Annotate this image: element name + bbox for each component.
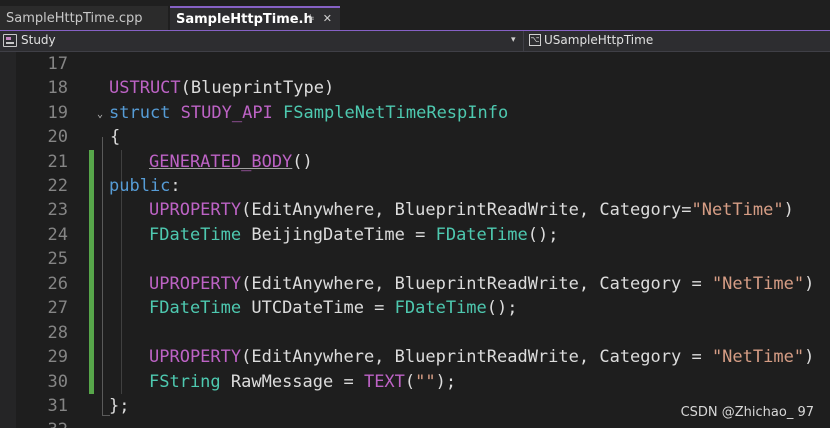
tab-sample-http-time-cpp[interactable]: SampleHttpTime.cpp xyxy=(0,6,168,30)
code-text: UPROPERTY(EditAnywhere, BlueprintReadWri… xyxy=(149,200,794,220)
code-line: 17 xyxy=(0,52,830,76)
pin-icon[interactable]: ⊧ xyxy=(309,12,315,25)
tab-label: SampleHttpTime.h xyxy=(176,11,313,27)
code-text: UPROPERTY(EditAnywhere, BlueprintReadWri… xyxy=(149,347,815,367)
code-line: 24 FDateTime BeijingDateTime = FDateTime… xyxy=(0,223,830,247)
code-text: FDateTime BeijingDateTime = FDateTime(); xyxy=(149,225,559,245)
code-text: public: xyxy=(109,176,181,196)
collapse-chevron-icon[interactable]: ⌄ xyxy=(97,109,103,120)
tab-sample-http-time-h[interactable]: SampleHttpTime.h ⊧ ✕ xyxy=(170,6,340,30)
line-number: 24 xyxy=(47,225,68,245)
class-icon: ⌥ xyxy=(529,34,541,46)
code-line: 18 USTRUCT(BlueprintType) xyxy=(0,76,830,100)
project-icon xyxy=(3,33,17,47)
code-text: FString RawMessage = TEXT(""); xyxy=(149,372,457,392)
code-line: 19 ⌄ struct STUDY_API FSampleNetTimeResp… xyxy=(0,101,830,125)
class-name: USampleHttpTime xyxy=(544,33,654,47)
line-number: 31 xyxy=(47,396,68,416)
code-text: }; xyxy=(109,396,130,416)
line-number: 22 xyxy=(47,176,68,196)
code-text: FDateTime UTCDateTime = FDateTime(); xyxy=(149,298,518,318)
code-text: { xyxy=(110,127,121,147)
line-number: 32 xyxy=(22,418,68,428)
code-editor[interactable]: 17 18 USTRUCT(BlueprintType) 19 ⌄ struct… xyxy=(0,52,830,428)
code-text: struct STUDY_API FSampleNetTimeRespInfo xyxy=(109,103,509,123)
code-line: 20 { xyxy=(0,125,830,149)
code-line: 28 xyxy=(0,321,830,345)
line-number: 20 xyxy=(47,127,68,147)
watermark: CSDN @Zhichao_ 97 xyxy=(680,405,814,420)
code-line: 29 UPROPERTY(EditAnywhere, BlueprintRead… xyxy=(0,345,830,369)
code-line: 25 xyxy=(0,247,830,271)
line-number: 21 xyxy=(47,152,68,172)
line-number: 28 xyxy=(47,323,68,343)
chevron-down-icon[interactable]: ▾ xyxy=(511,35,516,45)
tab-label: SampleHttpTime.cpp xyxy=(6,10,143,26)
code-line: 26 UPROPERTY(EditAnywhere, BlueprintRead… xyxy=(0,272,830,296)
line-number: 26 xyxy=(47,274,68,294)
line-number: 19 xyxy=(47,103,68,123)
project-dropdown[interactable]: Study xyxy=(3,33,56,47)
line-number: 30 xyxy=(47,372,68,392)
code-line: 22 public: xyxy=(0,174,830,198)
code-text: GENERATED_BODY() xyxy=(149,152,313,172)
navigation-bar: Study ▾ ⌥ USampleHttpTime xyxy=(0,31,830,52)
nav-divider xyxy=(523,31,524,51)
line-number: 29 xyxy=(47,347,68,367)
class-dropdown[interactable]: ⌥ USampleHttpTime xyxy=(529,33,653,47)
tab-bar: SampleHttpTime.cpp SampleHttpTime.h ⊧ ✕ xyxy=(0,0,830,30)
line-number: 27 xyxy=(47,298,68,318)
code-text: UPROPERTY(EditAnywhere, BlueprintReadWri… xyxy=(149,274,815,294)
code-text: USTRUCT(BlueprintType) xyxy=(109,78,335,98)
code-line: 21 GENERATED_BODY() xyxy=(0,150,830,174)
line-number: 18 xyxy=(47,78,68,98)
code-line: 30 FString RawMessage = TEXT(""); xyxy=(0,370,830,394)
code-line: 27 FDateTime UTCDateTime = FDateTime(); xyxy=(0,296,830,320)
line-number: 25 xyxy=(47,249,68,269)
line-number: 23 xyxy=(47,200,68,220)
project-name: Study xyxy=(21,33,56,47)
code-line: 23 UPROPERTY(EditAnywhere, BlueprintRead… xyxy=(0,198,830,222)
close-icon[interactable]: ✕ xyxy=(323,12,332,25)
line-number: 17 xyxy=(47,54,68,74)
